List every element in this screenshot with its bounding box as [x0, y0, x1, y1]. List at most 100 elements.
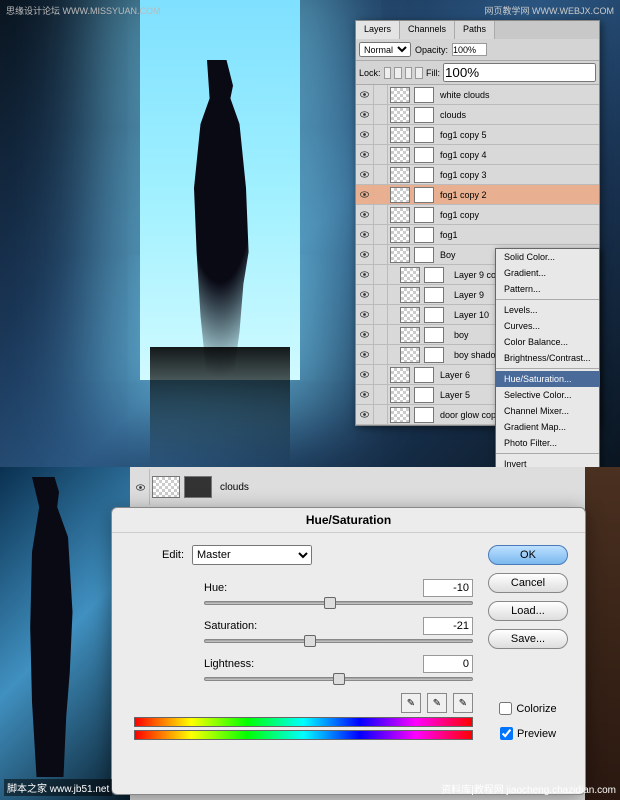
mask-thumb[interactable] — [414, 387, 434, 403]
link-column[interactable] — [374, 385, 388, 404]
visibility-icon[interactable] — [356, 85, 374, 104]
visibility-icon[interactable] — [356, 285, 374, 304]
eyedropper-add-icon[interactable]: ✎ — [427, 693, 447, 713]
layer-row[interactable]: fog1 — [356, 225, 599, 245]
lightness-slider[interactable] — [204, 677, 473, 681]
menu-item[interactable]: Curves... — [496, 318, 599, 334]
edit-select[interactable]: Master — [192, 545, 312, 565]
preview-checkbox[interactable] — [500, 727, 513, 740]
menu-item[interactable]: Channel Mixer... — [496, 403, 599, 419]
eyedropper-subtract-icon[interactable]: ✎ — [453, 693, 473, 713]
menu-item[interactable]: Gradient... — [496, 265, 599, 281]
mask-thumb[interactable] — [414, 87, 434, 103]
layer-thumb[interactable] — [390, 87, 410, 103]
mask-thumb[interactable] — [424, 287, 444, 303]
menu-item[interactable]: Solid Color... — [496, 249, 599, 265]
tab-paths[interactable]: Paths — [455, 21, 495, 39]
visibility-icon[interactable] — [356, 325, 374, 344]
layer-thumb[interactable] — [400, 307, 420, 323]
mask-thumb[interactable] — [414, 167, 434, 183]
load-button[interactable]: Load... — [488, 601, 568, 621]
visibility-icon[interactable] — [356, 125, 374, 144]
layer-thumb[interactable] — [390, 167, 410, 183]
layer-thumb[interactable] — [400, 327, 420, 343]
mask-thumb[interactable] — [414, 227, 434, 243]
eyedropper-icon[interactable]: ✎ — [401, 693, 421, 713]
layer-thumb[interactable] — [400, 287, 420, 303]
mask-thumb[interactable] — [414, 147, 434, 163]
visibility-icon[interactable] — [356, 205, 374, 224]
saturation-input[interactable] — [423, 617, 473, 635]
link-column[interactable] — [374, 85, 388, 104]
layer-row[interactable]: fog1 copy 3 — [356, 165, 599, 185]
layer-row[interactable]: fog1 copy 5 — [356, 125, 599, 145]
link-column[interactable] — [374, 365, 388, 384]
tab-channels[interactable]: Channels — [400, 21, 455, 39]
menu-item[interactable]: Brightness/Contrast... — [496, 350, 599, 366]
link-column[interactable] — [374, 125, 388, 144]
layer-thumb[interactable] — [390, 247, 410, 263]
layer-thumb[interactable] — [400, 347, 420, 363]
link-column[interactable] — [374, 165, 388, 184]
layer-row[interactable]: white clouds — [356, 85, 599, 105]
save-button[interactable]: Save... — [488, 629, 568, 649]
menu-item[interactable]: Levels... — [496, 302, 599, 318]
layer-thumb[interactable] — [152, 476, 180, 498]
layer-thumb[interactable] — [390, 147, 410, 163]
layer-row[interactable]: fog1 copy — [356, 205, 599, 225]
layer-thumb[interactable] — [390, 127, 410, 143]
hue-input[interactable] — [423, 579, 473, 597]
colorize-checkbox[interactable] — [499, 702, 512, 715]
lock-all-icon[interactable] — [415, 67, 423, 79]
blend-mode-select[interactable]: Normal — [359, 42, 411, 57]
menu-item[interactable]: Color Balance... — [496, 334, 599, 350]
mask-thumb[interactable] — [414, 407, 434, 423]
link-column[interactable] — [374, 185, 388, 204]
visibility-icon[interactable] — [356, 105, 374, 124]
link-column[interactable] — [374, 345, 388, 364]
layer-row[interactable]: fog1 copy 4 — [356, 145, 599, 165]
opacity-input[interactable] — [452, 43, 487, 56]
lock-position-icon[interactable] — [405, 67, 413, 79]
layer-row[interactable]: clouds — [356, 105, 599, 125]
layer-thumb[interactable] — [390, 387, 410, 403]
lightness-slider-thumb[interactable] — [333, 673, 345, 685]
link-column[interactable] — [374, 325, 388, 344]
mask-thumb[interactable] — [414, 107, 434, 123]
menu-item[interactable]: Photo Filter... — [496, 435, 599, 451]
visibility-icon[interactable] — [356, 345, 374, 364]
layer-thumb[interactable] — [390, 107, 410, 123]
mask-thumb[interactable] — [414, 207, 434, 223]
link-column[interactable] — [374, 245, 388, 264]
layer-thumb[interactable] — [390, 367, 410, 383]
visibility-icon[interactable] — [356, 225, 374, 244]
mask-thumb[interactable] — [184, 476, 212, 498]
layer-row[interactable]: fog1 copy 2 — [356, 185, 599, 205]
visibility-icon[interactable] — [356, 145, 374, 164]
menu-item[interactable]: Selective Color... — [496, 387, 599, 403]
menu-item[interactable]: Pattern... — [496, 281, 599, 297]
layer-thumb[interactable] — [390, 187, 410, 203]
mask-thumb[interactable] — [424, 307, 444, 323]
link-column[interactable] — [374, 225, 388, 244]
link-column[interactable] — [374, 405, 388, 424]
layer-thumb[interactable] — [400, 267, 420, 283]
visibility-icon[interactable] — [356, 245, 374, 264]
link-column[interactable] — [374, 205, 388, 224]
lock-transparent-icon[interactable] — [384, 67, 392, 79]
visibility-icon[interactable] — [356, 305, 374, 324]
link-column[interactable] — [374, 265, 388, 284]
visibility-icon[interactable] — [132, 469, 150, 505]
layer-thumb[interactable] — [390, 207, 410, 223]
visibility-icon[interactable] — [356, 385, 374, 404]
saturation-slider-thumb[interactable] — [304, 635, 316, 647]
hue-slider-thumb[interactable] — [324, 597, 336, 609]
link-column[interactable] — [374, 145, 388, 164]
lightness-input[interactable] — [423, 655, 473, 673]
mask-thumb[interactable] — [424, 327, 444, 343]
visibility-icon[interactable] — [356, 165, 374, 184]
visibility-icon[interactable] — [356, 405, 374, 424]
mask-thumb[interactable] — [414, 187, 434, 203]
layer-thumb[interactable] — [390, 407, 410, 423]
tab-layers[interactable]: Layers — [356, 21, 400, 39]
